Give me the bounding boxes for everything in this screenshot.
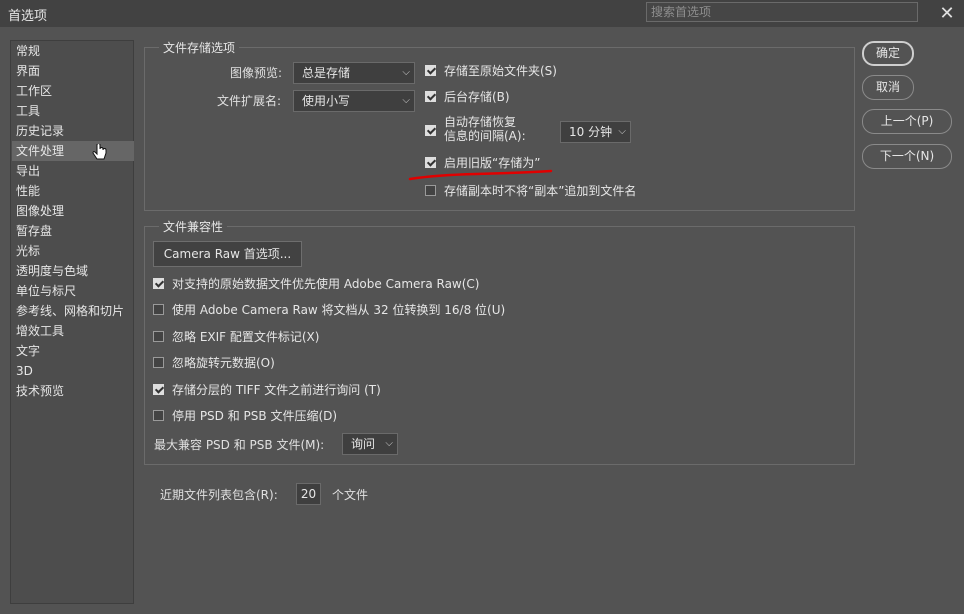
checkbox-icon [153,304,164,315]
sidebar-item-export[interactable]: 导出 [12,161,134,181]
checkbox-icon [153,384,164,395]
sidebar-item-cursors[interactable]: 光标 [12,241,134,261]
sidebar-item-plugins[interactable]: 增效工具 [12,321,134,341]
ignore-exif-checkbox[interactable]: 忽略 EXIF 配置文件标记(X) [153,328,533,346]
sidebar-item-type[interactable]: 文字 [12,341,134,361]
disable-compression-checkbox[interactable]: 停用 PSD 和 PSB 文件压缩(D) [153,407,533,425]
sidebar-item-image-processing[interactable]: 图像处理 [12,201,134,221]
select-value: 总是存储 [302,66,351,80]
sidebar-item-scratch-disks[interactable]: 暂存盘 [12,221,134,241]
checkbox-icon [425,65,436,76]
sidebar-item-units[interactable]: 单位与标尺 [12,281,134,301]
chevron-down-icon: ⌵ [385,438,393,449]
checkbox-icon [153,331,164,342]
checkbox-label: 存储副本时不将“副本”追加到文件名 [444,184,637,198]
sidebar-item-general[interactable]: 常规 [12,41,134,61]
checkbox-label: 后台存储(B) [444,90,510,104]
checkbox-icon [153,410,164,421]
previous-button[interactable]: 上一个(P) [862,109,952,134]
select-value: 10 分钟 [569,125,613,139]
checkbox-icon [153,357,164,368]
image-preview-label: 图像预览: [230,66,283,80]
sidebar-item-file-handling[interactable]: 文件处理 [12,141,134,161]
ignore-rotation-checkbox[interactable]: 忽略旋转元数据(O) [153,354,533,372]
sidebar-item-guides[interactable]: 参考线、网格和切片 [12,301,134,321]
file-ext-select[interactable]: 使用小写 ⌵ [293,90,415,112]
checkbox-icon [153,278,164,289]
save-to-original-checkbox[interactable]: 存储至原始文件夹(S) [425,62,625,80]
checkbox-icon [425,125,436,136]
close-icon[interactable]: ✕ [936,3,958,25]
title-bar: 首选项 ✕ [0,0,964,27]
chevron-down-icon: ⌵ [402,95,410,106]
group-title: 文件兼容性 [163,220,224,234]
file-ext-label: 文件扩展名: [217,94,282,108]
sidebar-item-history[interactable]: 历史记录 [12,121,134,141]
camera-raw-convert-checkbox[interactable]: 使用 Adobe Camera Raw 将文档从 32 位转换到 16/8 位(… [153,301,533,319]
checkbox-label: 忽略 EXIF 配置文件标记(X) [172,330,320,344]
red-underline-annotation [408,169,553,181]
no-copy-suffix-checkbox[interactable]: 存储副本时不将“副本”追加到文件名 [425,182,725,200]
max-compat-select[interactable]: 询问 ⌵ [342,433,398,455]
sidebar-item-transparency[interactable]: 透明度与色域 [12,261,134,281]
category-sidebar: 常规 界面 工作区 工具 历史记录 文件处理 导出 性能 图像处理 暂存盘 光标… [10,40,134,604]
recent-files-input[interactable]: 20 [296,483,321,505]
checkbox-label: 使用 Adobe Camera Raw 将文档从 32 位转换到 16/8 位(… [172,303,506,317]
checkbox-label: 存储至原始文件夹(S) [444,64,557,78]
checkbox-label: 停用 PSD 和 PSB 文件压缩(D) [172,409,338,423]
group-title: 文件存储选项 [163,41,236,55]
checkbox-label: 存储分层的 TIFF 文件之前进行询问 (T) [172,383,381,397]
background-save-checkbox[interactable]: 后台存储(B) [425,88,625,106]
search-input[interactable] [646,2,918,22]
recent-files-suffix: 个文件 [332,488,369,502]
checkbox-icon [425,157,436,168]
checkbox-icon [425,91,436,102]
max-compat-label: 最大兼容 PSD 和 PSB 文件(M): [154,438,325,452]
sidebar-item-3d[interactable]: 3D [12,361,134,381]
checkbox-label: 自动存储恢复 信息的间隔(A): [444,115,526,143]
select-value: 询问 [351,437,376,451]
sidebar-item-interface[interactable]: 界面 [12,61,134,81]
checkbox-label: 忽略旋转元数据(O) [172,356,275,370]
chevron-down-icon: ⌵ [402,67,410,78]
ok-button[interactable]: 确定 [862,41,914,66]
prefer-camera-raw-checkbox[interactable]: 对支持的原始数据文件优先使用 Adobe Camera Raw(C) [153,275,533,293]
sidebar-item-tech-preview[interactable]: 技术预览 [12,381,134,401]
chevron-down-icon: ⌵ [618,126,626,137]
label-line-2: 信息的间隔(A): [444,129,526,143]
recent-files-label: 近期文件列表包含(R): [160,488,278,502]
sidebar-item-tools[interactable]: 工具 [12,101,134,121]
next-button[interactable]: 下一个(N) [862,144,952,169]
image-preview-select[interactable]: 总是存储 ⌵ [293,62,415,84]
autosave-checkbox[interactable]: 自动存储恢复 信息的间隔(A): [425,115,555,145]
hand-cursor-icon [92,144,107,160]
ask-tiff-layers-checkbox[interactable]: 存储分层的 TIFF 文件之前进行询问 (T) [153,381,533,399]
sidebar-item-label: 文件处理 [16,144,65,158]
select-value: 使用小写 [302,94,351,108]
camera-raw-prefs-button[interactable]: Camera Raw 首选项... [153,241,302,267]
sidebar-item-workspace[interactable]: 工作区 [12,81,134,101]
cancel-button[interactable]: 取消 [862,75,914,100]
sidebar-item-performance[interactable]: 性能 [12,181,134,201]
autosave-interval-select[interactable]: 10 分钟 ⌵ [560,121,631,143]
checkbox-icon [425,185,436,196]
window-title: 首选项 [8,9,48,24]
label-line-1: 自动存储恢复 [444,115,517,129]
checkbox-label: 对支持的原始数据文件优先使用 Adobe Camera Raw(C) [172,277,480,291]
